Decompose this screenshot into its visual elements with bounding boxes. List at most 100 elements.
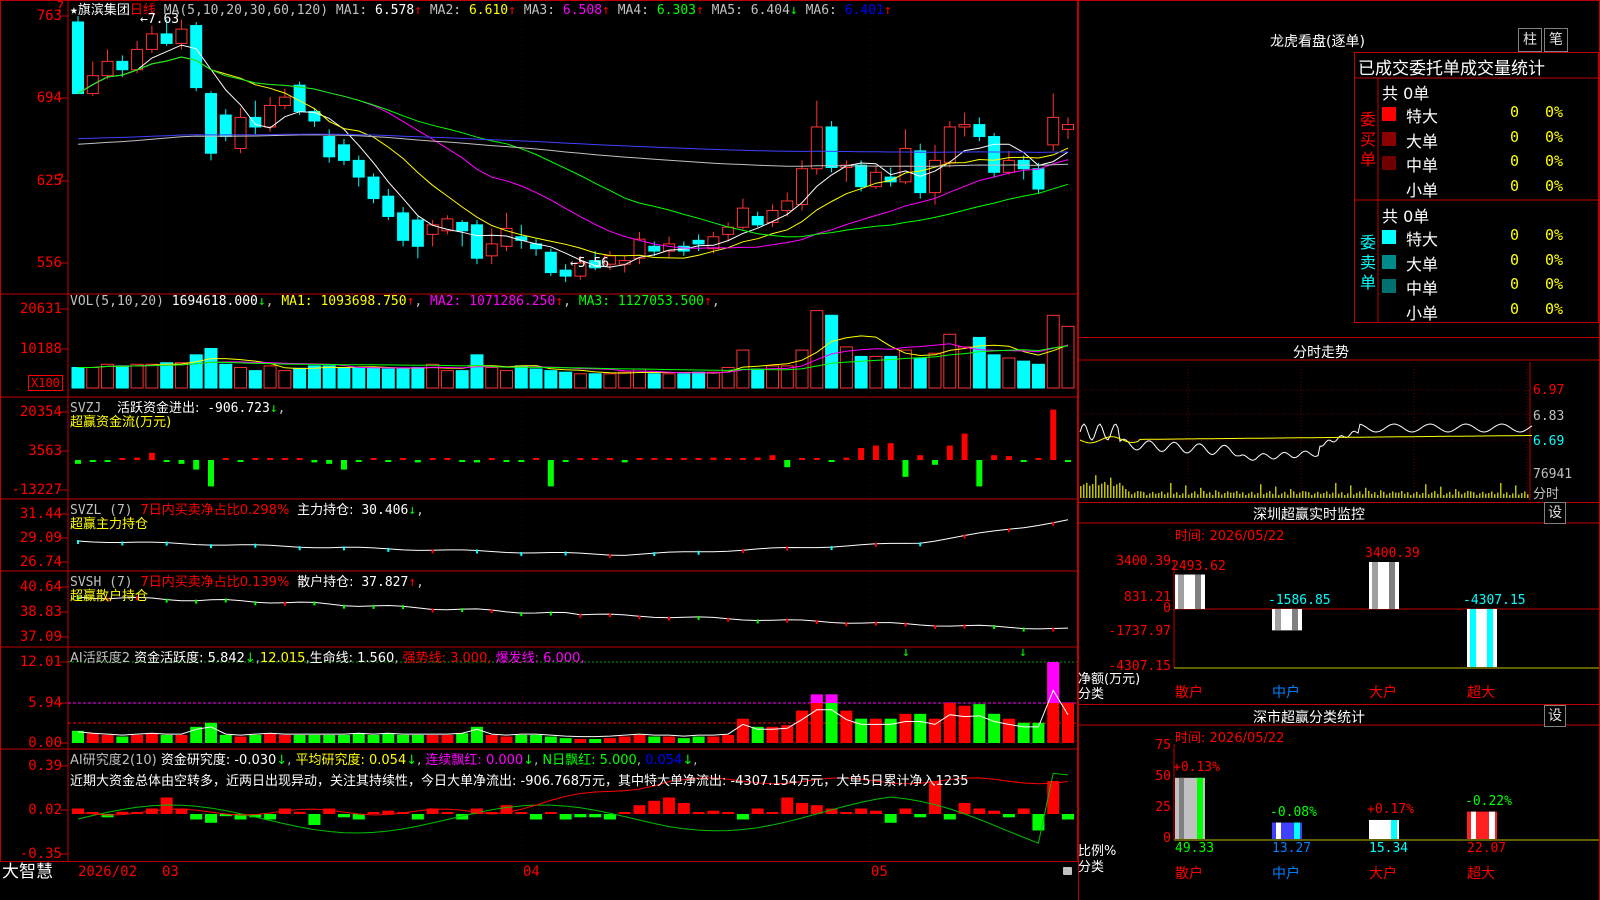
sz-monitor-cat-3: 大户 [1369,685,1397,701]
fenshi-vol-bar-102 [1383,491,1385,498]
volume-bar-53 [839,346,853,389]
fenshi-vol-bar-25 [1152,491,1154,498]
svzl-tick-13 [254,543,257,548]
fenshi-vol-bar-20 [1137,491,1139,498]
sz-class-bar-shade [1489,811,1495,839]
ai1-bar-29 [485,734,498,743]
fenshi-vol: 76941 [1533,467,1573,482]
fenshi-vol-bar-30 [1167,492,1169,498]
svzj-bar-23 [400,458,407,460]
svsh-tick-29 [490,609,493,614]
candle-25 [426,220,439,247]
sz-monitor-value-2: -1586.85 [1268,593,1331,608]
svsh-tick-55 [874,621,877,626]
svzj-bar-40 [651,458,658,460]
fenshi-vol-bar-54 [1239,493,1241,498]
ai1-bar-11 [219,734,232,743]
volume-bars [71,310,1075,389]
volume-bar-23 [396,368,410,389]
ma-arrow-6: ↑ [883,3,892,18]
volume-bar-60 [943,333,957,389]
vol-ma-values: MA1: 1093698.750↑, MA2: 1071286.250↑, MA… [281,294,719,309]
ai1-v1: 5.842 [207,651,245,666]
svzl-tick-7 [165,541,168,546]
fenshi-vol-bar-58 [1251,491,1253,498]
candle-49 [781,192,794,217]
sz-class-bar-shade2 [1276,822,1281,839]
date-may: 05 [871,864,888,880]
bar-view-button[interactable]: 柱 [1518,28,1542,52]
candle-body [958,124,971,128]
ai1-bar-64 [1002,718,1015,743]
svzj-bar-2 [89,460,96,462]
fenshi-vol-bar-75 [1302,491,1304,498]
svzj-bar-24 [414,460,421,463]
ai1-bar-53 [840,710,853,743]
ai2-bar-62 [973,808,986,814]
fenshi-vol-bar-101 [1380,490,1382,498]
svsh-tick-51 [815,620,818,625]
fenshi-vol-bar-135 [1482,491,1484,498]
volume-bar-17 [307,365,321,389]
vol-ma-value-3: 1127053.500 [617,294,704,309]
sz-monitor-bar-1 [1175,574,1205,609]
fenshi-price-line [1079,423,1533,461]
ai2-bar-45 [722,812,735,814]
price-axis-2: 694 [36,90,62,106]
svsh-label: 散户持仓: [297,575,354,590]
svsh-tick-47 [756,619,759,624]
ai1-name: AI活跃度2 [70,651,130,666]
fenshi-vol-bar-113 [1416,491,1418,498]
sz-class-change-3: +0.17% [1367,801,1414,817]
sz-class-change-4: -0.22% [1465,793,1512,809]
ma-arrow-1: ↑ [414,3,422,18]
fenshi-vol-bar-40 [1197,494,1199,498]
vol-ma-label-2: MA2: [422,294,470,309]
fenshi-vol-bar-94 [1359,491,1361,498]
candle-59 [929,144,942,205]
sell-row-pct-1: 0% [1545,226,1564,244]
main-chart-area[interactable]: ★旗滨集团日线 MA(5,10,20,30,60,120) MA1: 6.578… [0,0,1078,862]
tick-view-button[interactable]: 笔 [1544,28,1568,52]
lock-icon[interactable] [1063,867,1072,875]
fenshi-vol-bar-50 [1227,491,1229,498]
svsh-tick-17 [313,601,316,606]
ai2-bar-39 [633,805,646,814]
fenshi-vol-bar-115 [1422,493,1424,498]
fenshi-vol-bar-10 [1107,484,1109,498]
candle-body [692,239,705,245]
svzj-bar-31 [518,460,525,462]
candle-body [234,116,247,149]
ma-value-6: 6.401 [844,3,884,18]
svzj-bar-61 [961,433,968,460]
candle-61 [958,112,971,137]
candle-body [72,21,84,95]
volume-bar-58 [913,357,927,389]
svzl-red-text: 7日内买卖净占比0.298% [140,503,290,518]
fenshi-vol-bar-12 [1113,486,1115,498]
svzl-tick-28 [475,549,478,554]
fenshi-vol-bar-14 [1119,482,1121,498]
candle-body [648,245,661,252]
volume-bar-29 [485,366,499,389]
fenshi-vol-bar-1 [1080,486,1082,498]
fenshi-vol-bar-46 [1215,490,1217,498]
vol-ma-arrow-3: ↑ [704,294,712,309]
candle-60 [943,121,956,168]
svzj-bar-51 [813,458,820,460]
fenshi-vol-bar-73 [1296,494,1298,498]
sz-class-settings-button[interactable]: 设 [1544,705,1566,727]
ai2-v1: -0.030 [234,753,277,768]
svzj-bar-20 [355,460,362,462]
ai1-bar-23 [397,734,410,743]
ai2-bar-54 [855,808,868,814]
fenshi-vol-bar-84 [1329,494,1331,498]
main-chart-svg[interactable] [0,0,1078,862]
ai1-bar-57 [899,713,912,743]
fenshi-vol-bar-2 [1083,484,1085,498]
fenshi-vol-bar-15 [1122,485,1124,498]
ai1-bar-59 [929,718,942,743]
fenshi-vol-bar-51 [1230,492,1232,498]
fenshi-vol-bar-125 [1452,494,1454,498]
sz-monitor-settings-button[interactable]: 设 [1544,502,1566,524]
